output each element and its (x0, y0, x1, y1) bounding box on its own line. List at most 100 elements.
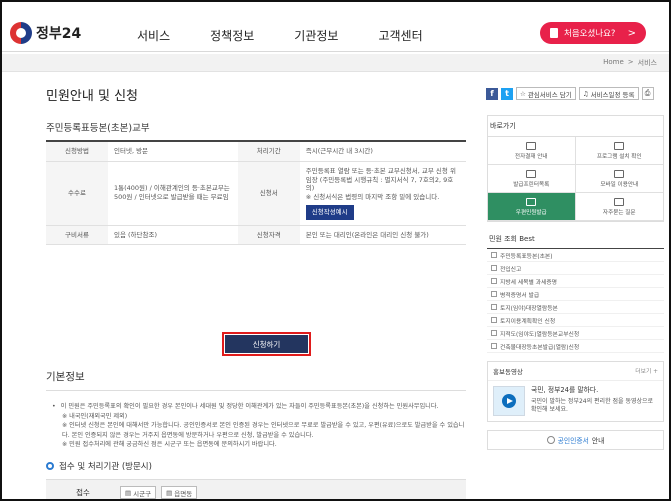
shortcut-title: 바로가기 (490, 122, 516, 130)
list-item[interactable]: 전입신고 (487, 262, 664, 275)
certificate-label: 공인인증서 (557, 437, 589, 445)
process-title: 접수 및 처리기관 (방문시) (46, 460, 152, 472)
document-icon: ▤ (166, 488, 173, 497)
method-value: 인터넷, 방문 (108, 142, 238, 162)
shortcut-program-check[interactable]: 프로그램 설치 확인 (575, 137, 663, 165)
shortcut-printer-list[interactable]: 발급프린터목록 (488, 165, 576, 193)
shortcut-mobile-guide[interactable]: 모바일 이용안내 (575, 165, 663, 193)
list-item[interactable]: 토지(임야)대장열람등본 (487, 301, 664, 314)
breadcrumb: Home > 서비스 (603, 58, 657, 68)
basic-note-1: ※ 내국인(재외국민 제외) (62, 412, 128, 420)
certificate-guide-button[interactable]: 공인인증서 안내 (487, 430, 664, 450)
shortcut-label: 전자결재 안내 (514, 153, 548, 160)
process-title-text: 접수 및 처리기관 (방문시) (59, 462, 152, 472)
schedule-register-button[interactable]: ♫ 서비스일정 등록 (578, 87, 639, 100)
logo-text: 정부24 (36, 26, 82, 42)
nav-item-service[interactable]: 서비스 (137, 27, 170, 44)
service-info-table: 신청방법 인터넷, 방문 처리기간 즉시(근무시간 내 3시간) 수수료 1통(… (46, 142, 466, 246)
bell-icon: ♫ (582, 89, 589, 98)
period-value: 즉시(근무시간 내 3시간) (299, 142, 466, 162)
bookmark-icon (550, 28, 558, 38)
certificate-guide-label: 안내 (591, 437, 605, 445)
shortcut-box: 바로가기 전자결재 안내 프로그램 설치 확인 발급프린터목록 모바일 이용안내… (487, 115, 664, 222)
period-header: 처리기간 (237, 142, 300, 162)
breadcrumb-bar: Home > 서비스 (2, 54, 669, 72)
page-title: 민원안내 및 신청 (46, 89, 138, 104)
promo-more-link[interactable]: 더보기 + (635, 366, 658, 376)
right-sidebar: 바로가기 전자결재 안내 프로그램 설치 확인 발급프린터목록 모바일 이용안내… (487, 115, 664, 450)
chat-icon (614, 197, 625, 206)
government-emblem-icon (10, 22, 32, 44)
shortcut-mail-issue[interactable]: 우편민원발급 (488, 193, 576, 221)
circle-bullet-icon (46, 462, 54, 470)
list-item[interactable]: 건축물대장등초본발급(열람)신청 (487, 340, 664, 353)
promo-video-box: 홍보동영상 더보기 + 국민, 정부24를 말하다. 국민이 말하는 정부24의… (487, 361, 664, 422)
form-cell: 주민등록표 열람 또는 등·초본 교부신청서, 교부 신청 위임장 (주민등록법… (299, 161, 466, 226)
best-title: 민원 조회 Best (487, 228, 664, 249)
logo[interactable]: 정부24 (10, 22, 81, 44)
promo-body: 국민, 정부24를 말하다. 국민이 말하는 정부24의 편리한 점을 동영상으… (488, 381, 663, 421)
list-item[interactable]: 지방세 세목별 과세증명 (487, 275, 664, 288)
breadcrumb-home[interactable]: Home (603, 58, 624, 68)
list-item[interactable]: 토지이용계획확인 신청 (487, 314, 664, 327)
qualification-header: 신청자격 (237, 225, 300, 246)
promo-description: 국민, 정부24를 말하다. 국민이 말하는 정부24의 편리한 점을 동영상으… (531, 386, 658, 416)
monitor-icon (614, 141, 625, 150)
basic-note-3: ※ 민원 접수처리에 관해 궁금하신 점은 시군구 또는 읍면동에 문의하시기 … (62, 441, 277, 449)
breadcrumb-separator: > (627, 58, 634, 66)
table-row: 수수료 1통(400원) / 이해관계인의 등·초본교부는 500원 / 인터넷… (46, 161, 466, 226)
mail-icon (526, 197, 537, 206)
docs-value: 있음 (하단참조) (108, 225, 238, 246)
process-label: 접수 (76, 488, 90, 497)
shortcut-grid: 전자결재 안내 프로그램 설치 확인 발급프린터목록 모바일 이용안내 우편민원… (488, 136, 663, 221)
nav-item-agency[interactable]: 기관정보 (294, 27, 338, 44)
form-value: 주민등록표 열람 또는 등·초본 교부신청서, 교부 신청 위임장 (주민등록법… (305, 166, 456, 193)
agency-chip-sigungu-label: 시군구 (133, 489, 152, 498)
list-item[interactable]: 지적도(임야도)열람등본교부신청 (487, 327, 664, 340)
shortcut-label: 모바일 이용안내 (600, 181, 639, 188)
qualification-value: 본인 또는 대리인(온라인은 대리인 신청 불가) (299, 225, 466, 246)
process-bar: 접수 ▤ 시군구 ▤ 읍면동 (46, 479, 466, 499)
breadcrumb-current[interactable]: 서비스 (638, 58, 657, 68)
list-item[interactable]: 주민등록표등본(초본) (487, 249, 664, 262)
shortcut-label: 자주묻는 질문 (602, 209, 636, 216)
best-list: 주민등록표등본(초본) 전입신고 지방세 세목별 과세증명 병적증명서 발급 토… (487, 249, 664, 353)
video-thumbnail[interactable] (493, 386, 525, 416)
shortcut-label: 발급프린터목록 (513, 181, 550, 188)
promo-header: 홍보동영상 더보기 + (488, 362, 663, 381)
download-icon (526, 141, 537, 150)
form-example-button[interactable]: 신청작성예시 (305, 204, 354, 220)
first-visit-button[interactable]: 처음오셨나요? > (540, 22, 646, 44)
star-icon: ☆ (520, 89, 526, 98)
agency-chip-eupmyeondong[interactable]: ▤ 읍면동 (161, 486, 198, 499)
basic-note-2: ※ 인터넷 신청은 본인에 대해서만 가능합니다. 공인인증서로 본인 인증된 … (62, 422, 465, 439)
twitter-share-icon[interactable]: t (501, 87, 513, 100)
chevron-right-icon: > (627, 27, 636, 39)
apply-highlight: 신청하기 (222, 332, 311, 356)
nav-item-policy[interactable]: 정책정보 (210, 27, 254, 44)
agency-chip-sigungu[interactable]: ▤ 시군구 (120, 486, 157, 499)
apply-button[interactable]: 신청하기 (225, 335, 308, 353)
play-icon (502, 394, 516, 408)
page-tools: f t ☆ 관심서비스 담기 ♫ 서비스일정 등록 ⎙ (486, 87, 654, 100)
schedule-register-label: 서비스일정 등록 (590, 90, 635, 99)
add-favorite-button[interactable]: ☆ 관심서비스 담기 (516, 87, 576, 100)
mobile-icon (614, 169, 625, 178)
basic-info-bullet: • 이 민원은 주민등록표의 확인이 필요한 경우 본인이나 세대원 및 정당한 … (52, 402, 466, 412)
bullet-icon: • (52, 403, 56, 410)
table-row: 구비서류 있음 (하단참조) 신청자격 본인 또는 대리인(온라인은 대리인 신… (46, 225, 466, 246)
form-header: 신청서 (237, 161, 300, 226)
facebook-share-icon[interactable]: f (486, 87, 498, 100)
nav-item-support[interactable]: 고객센터 (378, 27, 422, 44)
document-icon: ▤ (125, 488, 132, 497)
top-navigation: 정부24 서비스 정책정보 기관정보 고객센터 처음오셨나요? > (2, 2, 669, 52)
form-note: ※ 신청서식은 법령의 마지막 조항 밑에 있습니다. (305, 193, 440, 202)
browser-frame: 정부24 서비스 정책정보 기관정보 고객센터 처음오셨나요? > Home >… (0, 0, 671, 501)
circle-icon (546, 436, 555, 444)
shortcut-e-payment[interactable]: 전자결재 안내 (488, 137, 576, 165)
list-item[interactable]: 병적증명서 발급 (487, 288, 664, 301)
fee-header: 수수료 (46, 161, 108, 226)
promo-headline: 국민, 정부24를 말하다. (531, 386, 599, 394)
shortcut-faq[interactable]: 자주묻는 질문 (575, 193, 663, 221)
print-icon[interactable]: ⎙ (641, 87, 654, 100)
